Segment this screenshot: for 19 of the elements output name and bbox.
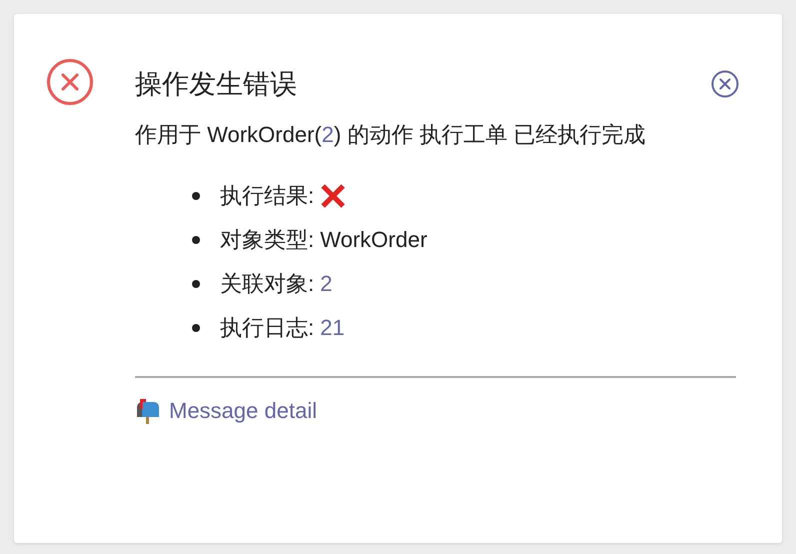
detail-label: 关联对象: [220, 270, 314, 298]
bullet-icon [192, 280, 200, 288]
detail-label: 执行日志: [220, 314, 314, 342]
detail-link[interactable]: 2 [320, 271, 332, 297]
bullet-icon [192, 236, 200, 244]
bullet-icon [192, 324, 200, 332]
cross-icon [320, 183, 346, 209]
detail-label: 执行结果: [220, 182, 314, 210]
bullet-icon [192, 192, 200, 200]
detail-label: 对象类型: [220, 226, 314, 254]
detail-value: WorkOrder [320, 227, 428, 253]
mailbox-icon [135, 398, 161, 424]
detail-link[interactable]: 21 [320, 315, 345, 341]
notification-message: 作用于 WorkOrder(2) 的动作 执行工单 已经执行完成 [135, 121, 647, 149]
close-button[interactable] [710, 69, 740, 99]
object-link[interactable]: 2 [322, 122, 334, 147]
message-detail-link[interactable]: Message detail [169, 398, 317, 424]
notification-title: 操作发生错误 [135, 68, 297, 101]
error-icon [46, 58, 94, 106]
